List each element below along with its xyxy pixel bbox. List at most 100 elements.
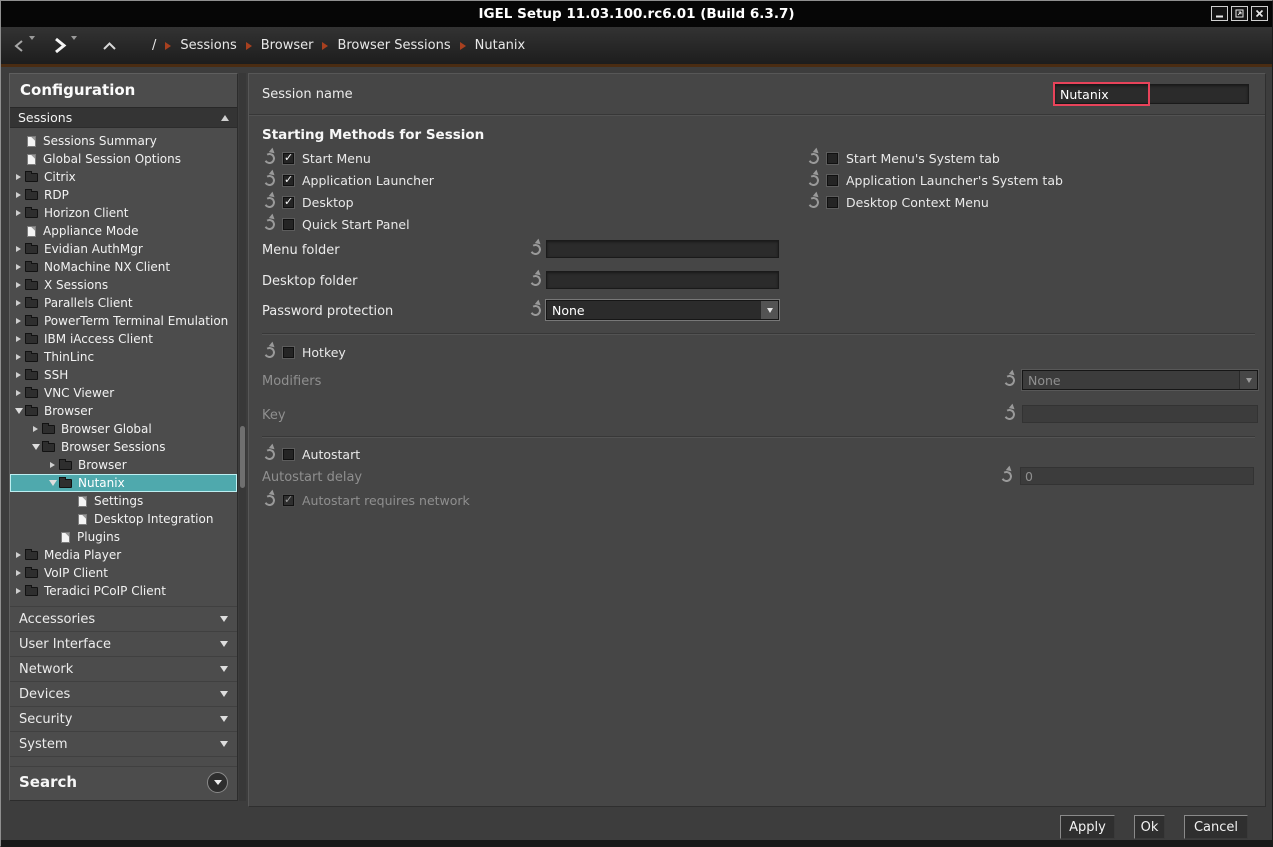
desktop-folder-input[interactable] bbox=[546, 271, 779, 289]
application-launcher-system-tab-checkbox[interactable] bbox=[826, 174, 839, 187]
expand-arrow-icon[interactable] bbox=[12, 369, 25, 382]
quick-start-panel-checkbox[interactable] bbox=[282, 218, 295, 231]
tree-item-browser-child[interactable]: Browser bbox=[10, 456, 237, 474]
sidebar-section-user-interface[interactable]: User Interface bbox=[10, 631, 237, 656]
sidebar-section-network[interactable]: Network bbox=[10, 656, 237, 681]
application-launcher-reset-button[interactable] bbox=[263, 173, 276, 186]
start-menu-checkbox[interactable] bbox=[282, 152, 295, 165]
tree-item-appliance-mode[interactable]: Appliance Mode bbox=[10, 222, 237, 240]
expand-arrow-icon[interactable] bbox=[12, 585, 25, 598]
menu-folder-reset-button[interactable] bbox=[529, 243, 542, 256]
minimize-button[interactable] bbox=[1211, 6, 1228, 21]
autostart-delay-input[interactable] bbox=[1020, 467, 1254, 485]
application-launcher-system-tab-reset-button[interactable] bbox=[807, 173, 820, 186]
expand-arrow-icon[interactable] bbox=[12, 171, 25, 184]
tree-item-horizon-client[interactable]: Horizon Client bbox=[10, 204, 237, 222]
autostart-delay-reset-button[interactable] bbox=[1000, 470, 1013, 483]
desktop-folder-reset-button[interactable] bbox=[529, 274, 542, 287]
expand-arrow-icon[interactable] bbox=[12, 351, 25, 364]
tree-item-powerterm-terminal-emulation[interactable]: PowerTerm Terminal Emulation bbox=[10, 312, 237, 330]
close-button[interactable] bbox=[1251, 6, 1268, 21]
forward-history-button[interactable] bbox=[71, 33, 77, 59]
tree-item-media-player[interactable]: Media Player bbox=[10, 546, 237, 564]
tree-item-plugins[interactable]: Plugins bbox=[10, 528, 237, 546]
tree-item-global-session-options[interactable]: Global Session Options bbox=[10, 150, 237, 168]
key-reset-button[interactable] bbox=[1003, 408, 1016, 421]
desktop-context-menu-reset-button[interactable] bbox=[807, 195, 820, 208]
back-button[interactable] bbox=[13, 39, 25, 53]
expand-arrow-icon[interactable] bbox=[12, 189, 25, 202]
session-name-input[interactable]: Nutanix bbox=[1054, 84, 1249, 104]
up-button[interactable] bbox=[102, 41, 117, 51]
tree-item-parallels-client[interactable]: Parallels Client bbox=[10, 294, 237, 312]
expand-arrow-icon[interactable] bbox=[12, 333, 25, 346]
start-menu-system-tab-reset-button[interactable] bbox=[807, 151, 820, 164]
breadcrumb-item-nutanix[interactable]: Nutanix bbox=[475, 38, 526, 53]
tree-item-voip-client[interactable]: VoIP Client bbox=[10, 564, 237, 582]
search-toggle-button[interactable] bbox=[207, 772, 228, 793]
tree-item-browser-sessions[interactable]: Browser Sessions bbox=[10, 438, 237, 456]
expand-arrow-icon[interactable] bbox=[12, 315, 25, 328]
key-input[interactable] bbox=[1022, 405, 1258, 423]
application-launcher-checkbox[interactable] bbox=[282, 174, 295, 187]
expand-arrow-icon[interactable] bbox=[12, 207, 25, 220]
forward-button[interactable] bbox=[52, 37, 67, 54]
tree-item-desktop-integration[interactable]: Desktop Integration bbox=[10, 510, 237, 528]
quick-start-panel-reset-button[interactable] bbox=[263, 217, 276, 230]
tree-item-settings[interactable]: Settings bbox=[10, 492, 237, 510]
start-menu-reset-button[interactable] bbox=[263, 151, 276, 164]
tree-item-ssh[interactable]: SSH bbox=[10, 366, 237, 384]
hotkey-reset-button[interactable] bbox=[263, 345, 276, 358]
collapse-arrow-icon[interactable] bbox=[12, 405, 25, 418]
expand-arrow-icon[interactable] bbox=[29, 423, 42, 436]
expand-arrow-icon[interactable] bbox=[12, 279, 25, 292]
expand-arrow-icon[interactable] bbox=[12, 567, 25, 580]
sidebar-section-devices[interactable]: Devices bbox=[10, 681, 237, 706]
tree-item-rdp[interactable]: RDP bbox=[10, 186, 237, 204]
tree-item-vnc-viewer[interactable]: VNC Viewer bbox=[10, 384, 237, 402]
tree-item-evidian-authmgr[interactable]: Evidian AuthMgr bbox=[10, 240, 237, 258]
tree-item-browser[interactable]: Browser bbox=[10, 402, 237, 420]
password-protection-reset-button[interactable] bbox=[529, 304, 542, 317]
tree-item-x-sessions[interactable]: X Sessions bbox=[10, 276, 237, 294]
expand-arrow-icon[interactable] bbox=[12, 261, 25, 274]
tree-item-citrix[interactable]: Citrix bbox=[10, 168, 237, 186]
breadcrumb-item-browser[interactable]: Browser bbox=[261, 38, 314, 53]
breadcrumb-item-sessions[interactable]: Sessions bbox=[180, 38, 236, 53]
apply-button[interactable]: Apply bbox=[1060, 815, 1115, 839]
expand-arrow-icon[interactable] bbox=[12, 243, 25, 256]
modifiers-reset-button[interactable] bbox=[1003, 374, 1016, 387]
tree-item-browser-global[interactable]: Browser Global bbox=[10, 420, 237, 438]
sidebar-section-system[interactable]: System bbox=[10, 731, 237, 756]
expand-arrow-icon[interactable] bbox=[12, 387, 25, 400]
tree-item-thinlinc[interactable]: ThinLinc bbox=[10, 348, 237, 366]
sidebar-scrollbar[interactable] bbox=[239, 73, 246, 801]
tree-item-sessions-summary[interactable]: Sessions Summary bbox=[10, 132, 237, 150]
expand-arrow-icon[interactable] bbox=[12, 297, 25, 310]
modifiers-select[interactable]: None bbox=[1022, 370, 1258, 390]
ok-button[interactable]: Ok bbox=[1134, 815, 1165, 839]
autostart-requires-network-reset-button[interactable] bbox=[263, 493, 276, 506]
tree-item-nutanix-selected[interactable]: Nutanix bbox=[10, 474, 237, 492]
collapse-arrow-icon[interactable] bbox=[29, 441, 42, 454]
breadcrumb-item-browser-sessions[interactable]: Browser Sessions bbox=[337, 38, 450, 53]
desktop-context-menu-checkbox[interactable] bbox=[826, 196, 839, 209]
back-history-button[interactable] bbox=[29, 33, 35, 59]
expand-arrow-icon[interactable] bbox=[12, 549, 25, 562]
menu-folder-input[interactable] bbox=[546, 240, 779, 258]
tree-item-nomachine-nx-client[interactable]: NoMachine NX Client bbox=[10, 258, 237, 276]
autostart-requires-network-checkbox[interactable] bbox=[282, 494, 295, 507]
dropdown-arrow-button[interactable] bbox=[760, 301, 778, 319]
password-protection-select[interactable]: None bbox=[546, 300, 779, 320]
tree-item-ibm-iaccess-client[interactable]: IBM iAccess Client bbox=[10, 330, 237, 348]
collapse-arrow-icon[interactable] bbox=[46, 477, 59, 490]
breadcrumb-root[interactable]: / bbox=[152, 38, 156, 53]
sessions-section-header[interactable]: Sessions bbox=[10, 107, 237, 128]
desktop-reset-button[interactable] bbox=[263, 195, 276, 208]
autostart-reset-button[interactable] bbox=[263, 447, 276, 460]
sidebar-scrollbar-thumb[interactable] bbox=[240, 426, 245, 488]
autostart-checkbox[interactable] bbox=[282, 448, 295, 461]
cancel-button[interactable]: Cancel bbox=[1184, 815, 1248, 839]
expand-arrow-icon[interactable] bbox=[46, 459, 59, 472]
maximize-button[interactable] bbox=[1231, 6, 1248, 21]
